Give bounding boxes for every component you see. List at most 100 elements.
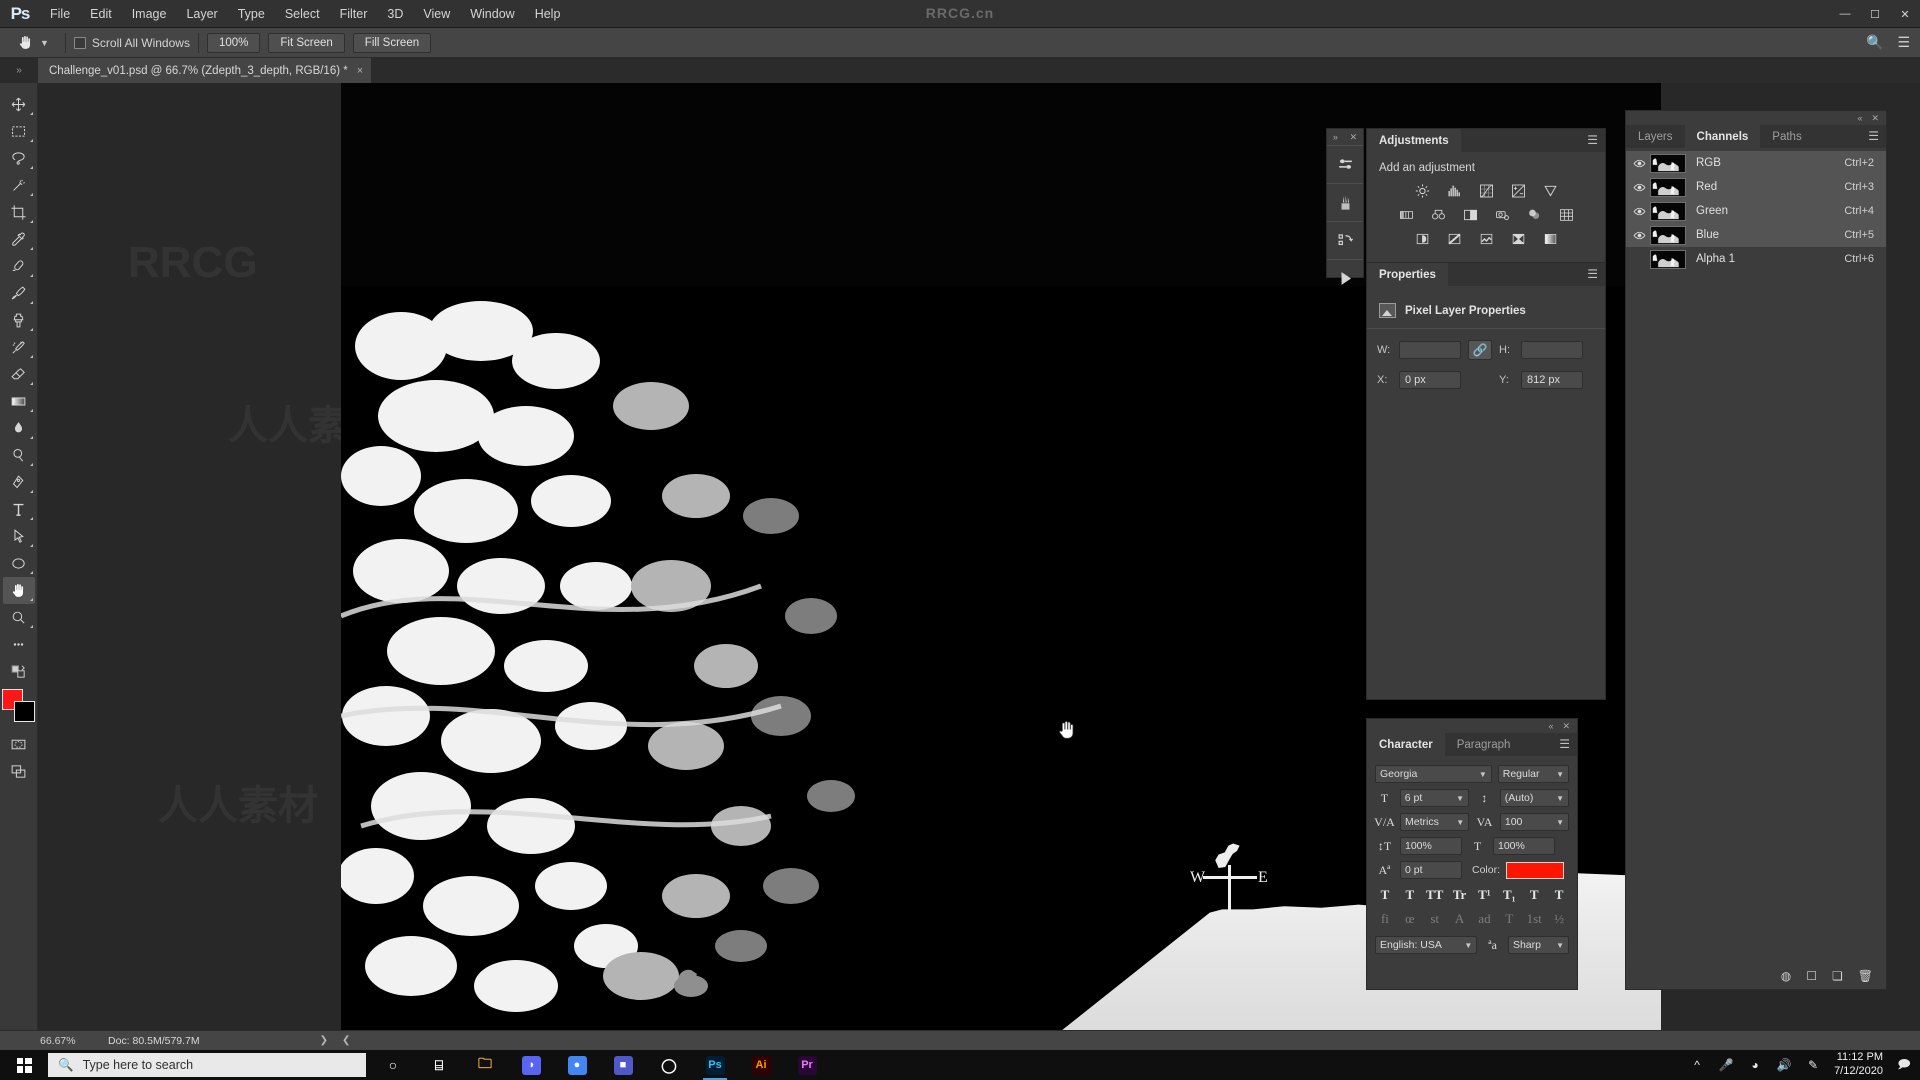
font-style-button[interactable]: fi [1375,910,1395,927]
font-style-button[interactable]: st [1425,910,1445,927]
lasso-tool[interactable] [3,145,35,172]
tab-paths[interactable]: Paths [1760,125,1814,148]
character-panel-menu-icon[interactable]: ☰ [1559,738,1570,750]
eyedropper-tool[interactable] [3,226,35,253]
channels-close-icon[interactable]: ✕ [1871,113,1879,124]
show-hidden-icons-chevron[interactable]: ^ [1689,1058,1705,1072]
height-input[interactable] [1521,341,1583,359]
levels-icon[interactable] [1445,182,1464,199]
width-input[interactable] [1399,341,1461,359]
leading-select[interactable]: (Auto) ▼ [1499,789,1569,807]
taskbar-clock[interactable]: 11:12 PM 7/12/2020 [1834,1051,1883,1079]
pen-icon[interactable]: ✎ [1805,1058,1821,1072]
photo-filter-icon[interactable] [1493,206,1512,223]
gradient-map-icon[interactable] [1541,230,1560,247]
zoom-tool[interactable] [3,604,35,631]
font-style-button[interactable]: ad [1475,910,1495,927]
tool-preset-chevron-icon[interactable]: ▼ [40,38,49,48]
tab-layers[interactable]: Layers [1626,125,1685,148]
channel-visibility-eye-icon[interactable] [1628,181,1650,194]
save-selection-as-channel-icon[interactable]: ☐ [1806,969,1817,983]
color-swatches[interactable] [1,689,36,723]
document-tab[interactable]: Challenge_v01.psd @ 66.7% (Zdepth_3_dept… [38,58,373,83]
ellipse-tool[interactable] [3,550,35,577]
create-new-channel-icon[interactable]: ❏ [1832,969,1843,983]
channel-visibility-eye-icon[interactable] [1628,157,1650,170]
posterize-icon[interactable] [1445,230,1464,247]
hand-tool-icon[interactable] [12,32,38,54]
chrome-icon[interactable]: ● [556,1050,598,1080]
font-style-select[interactable]: Regular ▼ [1497,765,1569,783]
dodge-tool[interactable] [3,442,35,469]
fill-screen-button[interactable]: Fill Screen [352,32,432,53]
dock-close-icon[interactable]: ✕ [1350,132,1358,143]
menu-layer[interactable]: Layer [176,0,227,28]
tracking-select[interactable]: 100 ▼ [1499,813,1570,831]
channel-visibility-eye-icon[interactable] [1628,229,1650,242]
font-style-button[interactable]: T₁ [1499,886,1519,903]
tab-adjustments[interactable]: Adjustments [1367,129,1461,152]
background-color-swatch[interactable] [13,701,35,722]
menu-type[interactable]: Type [228,0,275,28]
hue-saturation-icon[interactable] [1397,206,1416,223]
exposure-icon[interactable] [1509,182,1528,199]
document-tab-close-icon[interactable]: × [357,65,363,77]
status-expand-icon[interactable]: ❯ [320,1035,328,1046]
actions-play-icon[interactable] [1327,259,1363,297]
illustrator-icon[interactable]: Ai [740,1050,782,1080]
gradient-tool[interactable] [3,388,35,415]
black-white-icon[interactable] [1461,206,1480,223]
windows-start-icon[interactable] [0,1050,48,1080]
wifi-icon[interactable]: ◕ [1747,1058,1763,1072]
font-style-button[interactable]: T¹ [1475,886,1495,903]
edge-icon[interactable]: ◯ [648,1050,690,1080]
path-selection-tool[interactable] [3,523,35,550]
screen-mode-icon[interactable] [3,758,35,785]
load-channel-as-selection-icon[interactable]: ◍ [1781,969,1791,983]
channel-row[interactable]: RGB Ctrl+2 [1626,151,1886,175]
font-style-button[interactable]: A [1450,910,1470,927]
panel-expand-icon[interactable]: » [0,58,38,83]
menu-edit[interactable]: Edit [80,0,122,28]
menu-image[interactable]: Image [122,0,177,28]
zoom-100-button[interactable]: 100% [206,32,261,53]
channel-row[interactable]: Blue Ctrl+5 [1626,223,1886,247]
channels-panel-menu-icon[interactable]: ☰ [1868,130,1879,142]
rectangular-marquee-tool[interactable] [3,118,35,145]
font-style-button[interactable]: 1st [1524,910,1544,927]
menu-file[interactable]: File [40,0,80,28]
pen-tool[interactable] [3,469,35,496]
tab-paragraph[interactable]: Paragraph [1444,733,1523,756]
character-collapse-icon[interactable]: « [1548,721,1553,731]
font-family-select[interactable]: Georgia ▼ [1375,765,1492,783]
menu-select[interactable]: Select [275,0,330,28]
horizontal-scale-input[interactable]: 100% [1493,837,1555,855]
type-tool[interactable] [3,496,35,523]
language-select[interactable]: English: USA ▼ [1375,936,1478,954]
channel-mixer-icon[interactable] [1525,206,1544,223]
font-style-button[interactable]: Tr [1450,886,1470,903]
x-input[interactable]: 0 px [1399,371,1461,389]
zoom-level-field[interactable]: 66.67% [0,1035,78,1047]
text-color-swatch[interactable] [1506,861,1565,879]
volume-icon[interactable]: 🔊 [1776,1058,1792,1072]
teams-icon[interactable]: ■ [602,1050,644,1080]
font-style-button[interactable]: T [1400,886,1420,903]
cortana-icon[interactable]: ○ [372,1050,414,1080]
blur-tool[interactable] [3,415,35,442]
font-style-button[interactable]: T [1549,886,1569,903]
vertical-scale-input[interactable]: 100% [1400,837,1462,855]
threshold-icon[interactable] [1477,230,1496,247]
channels-collapse-icon[interactable]: « [1857,113,1862,123]
crop-tool[interactable] [3,199,35,226]
edit-toolbar-ellipsis-icon[interactable] [3,631,35,658]
file-explorer-icon[interactable]: 🗀 [464,1050,506,1080]
status-collapse-icon[interactable]: ❮ [342,1035,350,1046]
invert-icon[interactable] [1413,230,1432,247]
default-colors-icon[interactable] [3,658,35,685]
tab-character[interactable]: Character [1367,733,1445,756]
link-chain-icon[interactable]: 🔗 [1468,340,1492,360]
scroll-all-windows-checkbox[interactable]: Scroll All Windows [73,36,190,50]
magic-wand-tool[interactable] [3,172,35,199]
channel-row[interactable]: Red Ctrl+3 [1626,175,1886,199]
